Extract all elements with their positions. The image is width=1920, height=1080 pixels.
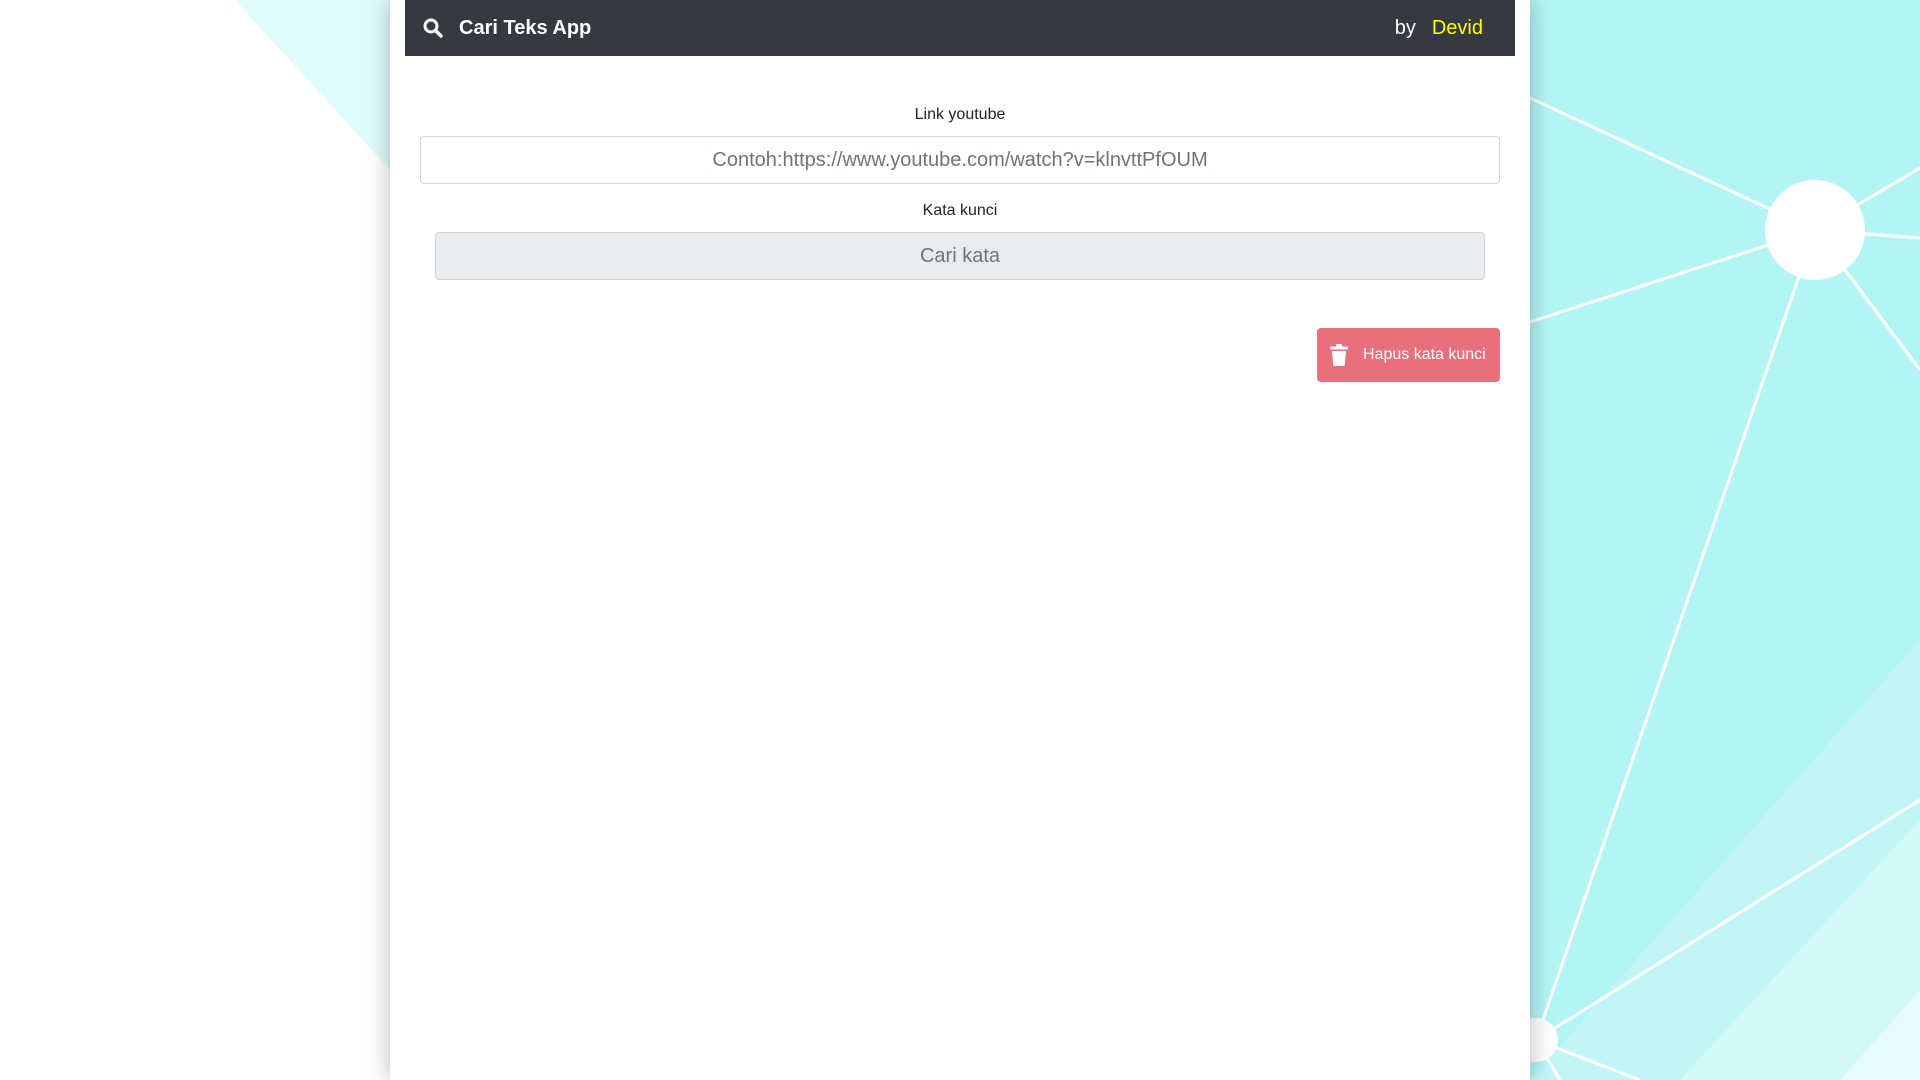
main-panel: Cari Teks App by Devid Link youtube Kata… [390, 0, 1530, 1080]
link-youtube-label: Link youtube [914, 106, 1006, 123]
delete-keyword-label: Hapus kata kunci [1363, 346, 1486, 363]
youtube-link-input[interactable] [420, 136, 1500, 184]
by-label: by [1394, 16, 1416, 39]
navbar: Cari Teks App by Devid [405, 0, 1515, 56]
keyword-label: Kata kunci [922, 202, 998, 219]
app-title[interactable]: Cari Teks App [459, 17, 591, 40]
delete-keyword-button[interactable]: Hapus kata kunci [1317, 328, 1500, 382]
author-link[interactable]: Devid [1432, 17, 1483, 40]
search-icon[interactable] [421, 16, 445, 40]
trash-icon [1329, 343, 1349, 367]
keyword-input[interactable] [435, 232, 1485, 280]
